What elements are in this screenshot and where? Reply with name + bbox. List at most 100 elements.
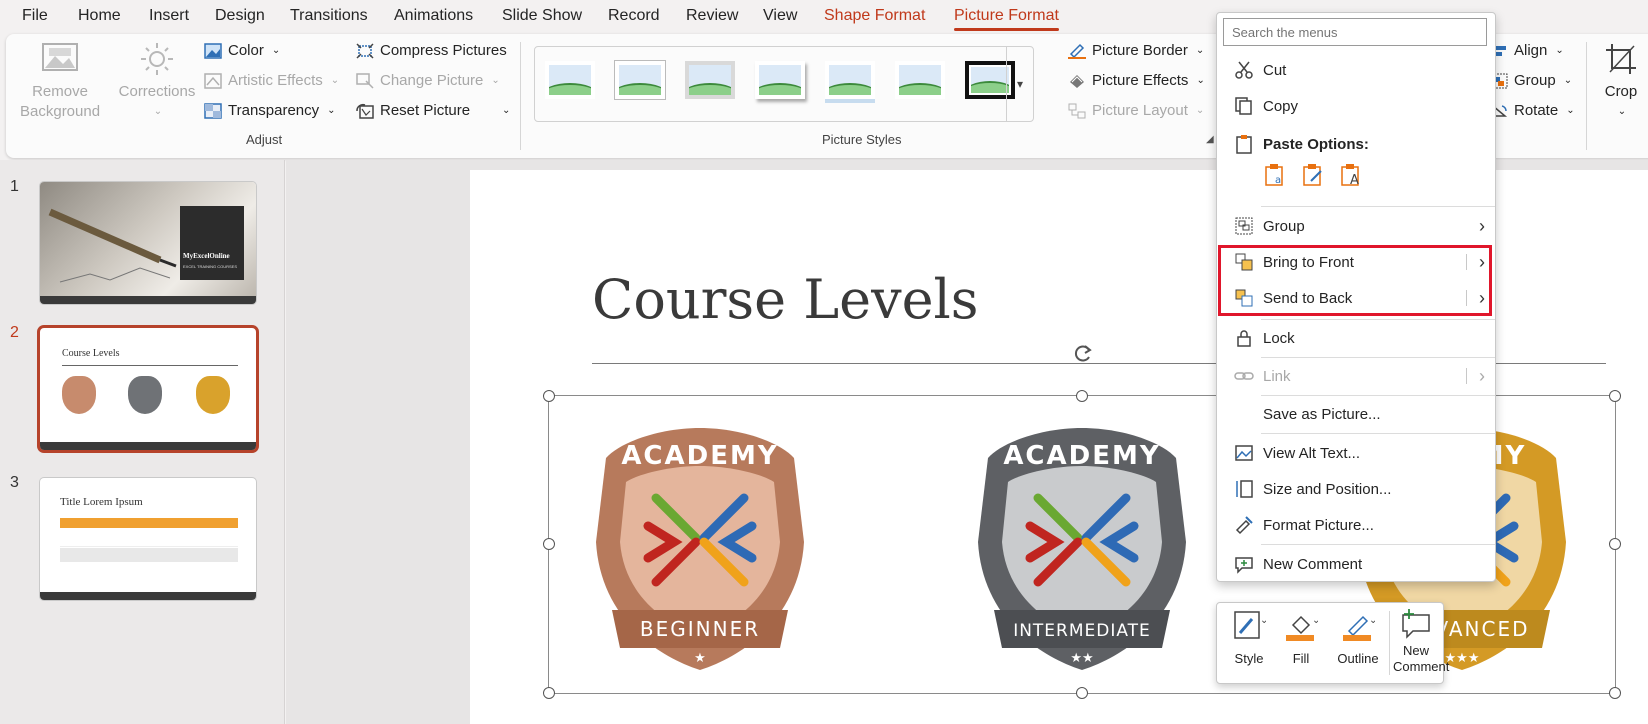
- svg-text:a: a: [1275, 175, 1281, 186]
- slide-thumbnail-1[interactable]: MyExcelOnline EXCEL TRAINING COURSES: [40, 182, 256, 304]
- sun-icon: [141, 43, 173, 75]
- resize-handle[interactable]: [1609, 390, 1621, 402]
- picture-styles-dialog-launcher-icon[interactable]: ◢: [1206, 134, 1214, 145]
- align-button[interactable]: Align ⌄: [1490, 42, 1564, 59]
- menu-item-copy[interactable]: Copy: [1217, 89, 1495, 123]
- copy-icon: [1233, 95, 1255, 117]
- menu-separator: [1261, 319, 1495, 320]
- menu-item-link[interactable]: Link ›: [1217, 359, 1495, 393]
- menu-search-box[interactable]: [1223, 18, 1487, 46]
- reset-picture-button[interactable]: Reset Picture ⌄: [356, 102, 510, 119]
- color-button[interactable]: Color ⌄: [204, 42, 280, 59]
- tab-design[interactable]: Design: [215, 7, 265, 25]
- toolbar-separator: [1389, 611, 1390, 675]
- rotate-handle-icon[interactable]: [1072, 342, 1094, 364]
- tab-slide-show[interactable]: Slide Show: [502, 7, 582, 25]
- transparency-label: Transparency: [228, 102, 320, 119]
- fill-label: Fill: [1292, 651, 1310, 666]
- resize-handle[interactable]: [1076, 390, 1088, 402]
- menu-separator: [1261, 357, 1495, 358]
- slide-title[interactable]: Course Levels: [592, 268, 979, 331]
- artistic-effects-button[interactable]: Artistic Effects ⌄: [204, 72, 339, 89]
- menu-item-label: Lock: [1263, 329, 1295, 347]
- fill-button[interactable]: ⌄ Fill: [1279, 609, 1323, 666]
- resize-handle[interactable]: [1609, 687, 1621, 699]
- tab-animations[interactable]: Animations: [394, 7, 473, 25]
- picture-style-thumb[interactable]: [685, 61, 735, 99]
- menu-item-lock[interactable]: Lock: [1217, 321, 1495, 355]
- mini-toolbar: ⌄ Style ⌄ Fill ⌄ Outline New Comment: [1216, 602, 1449, 684]
- menu-item-new-comment[interactable]: New Comment: [1217, 547, 1495, 581]
- tab-home[interactable]: Home: [78, 7, 121, 25]
- new-comment-button[interactable]: New Comment: [1393, 607, 1449, 675]
- chevron-down-icon: ⌄: [1196, 75, 1205, 86]
- picture-effects-button[interactable]: Picture Effects ⌄: [1068, 72, 1205, 89]
- color-label: Color: [228, 42, 264, 59]
- svg-text:⌄: ⌄: [1260, 615, 1266, 626]
- new-comment-label-line1: New: [1402, 643, 1429, 658]
- tab-shape-format[interactable]: Shape Format: [824, 7, 925, 25]
- resize-handle[interactable]: [543, 687, 555, 699]
- paste-text-only-icon[interactable]: A: [1339, 163, 1363, 192]
- chevron-down-icon: ⌄: [327, 105, 336, 116]
- compress-pictures-label: Compress Pictures: [380, 42, 507, 59]
- tab-record[interactable]: Record: [608, 7, 660, 25]
- rotate-label: Rotate: [1514, 102, 1559, 119]
- menu-separator: [1261, 544, 1495, 545]
- picture-layout-button[interactable]: Picture Layout ⌄: [1068, 102, 1204, 119]
- chevron-down-icon: ⌄: [1566, 105, 1575, 116]
- picture-style-thumb[interactable]: [615, 61, 665, 99]
- paste-picture-icon[interactable]: [1301, 163, 1325, 192]
- chevron-down-icon: ⌄: [271, 45, 281, 56]
- menu-item-label: Copy: [1263, 97, 1299, 115]
- corrections-caret-icon: ⌄: [153, 106, 163, 117]
- remove-background-button[interactable]: Remove Background: [20, 42, 100, 122]
- slide-thumbnail-2[interactable]: Course Levels: [40, 328, 256, 450]
- ribbon-separator: [1586, 42, 1587, 150]
- picture-style-thumb[interactable]: [895, 61, 945, 99]
- tab-file[interactable]: File: [22, 7, 48, 25]
- transparency-button[interactable]: Transparency ⌄: [204, 102, 336, 119]
- picture-style-thumb[interactable]: [755, 61, 805, 99]
- tab-transitions[interactable]: Transitions: [290, 7, 368, 25]
- menu-item-group[interactable]: Group ›: [1217, 209, 1495, 243]
- menu-item-cut[interactable]: Cut: [1217, 53, 1495, 87]
- tab-picture-format[interactable]: Picture Format: [954, 7, 1059, 31]
- crop-button[interactable]: Crop ⌄: [1596, 42, 1646, 122]
- picture-border-button[interactable]: Picture Border ⌄: [1068, 42, 1204, 59]
- group-button[interactable]: Group ⌄: [1490, 72, 1572, 89]
- slide-thumbnail-3[interactable]: Title Lorem Ipsum: [40, 478, 256, 600]
- resize-handle[interactable]: [543, 390, 555, 402]
- gallery-more-icon[interactable]: ▾: [1006, 47, 1033, 121]
- resize-handle[interactable]: [1076, 687, 1088, 699]
- chevron-down-icon[interactable]: ⌄: [502, 105, 510, 116]
- rotate-button[interactable]: Rotate ⌄: [1490, 102, 1575, 119]
- corrections-button[interactable]: Corrections ⌄: [112, 42, 202, 122]
- tab-review[interactable]: Review: [686, 7, 738, 25]
- tab-insert[interactable]: Insert: [149, 7, 189, 25]
- new-comment-icon: [1399, 607, 1433, 641]
- menu-item-save-as-picture[interactable]: Save as Picture...: [1217, 397, 1495, 431]
- menu-item-size-and-position[interactable]: Size and Position...: [1217, 472, 1495, 506]
- picture-styles-gallery: ▾: [534, 46, 1034, 122]
- tab-view[interactable]: View: [763, 7, 797, 25]
- outline-button[interactable]: ⌄ Outline: [1331, 609, 1385, 666]
- menu-search-input[interactable]: [1224, 19, 1486, 45]
- compress-icon: [356, 42, 374, 59]
- paste-keep-source-icon[interactable]: a: [1263, 163, 1287, 192]
- change-picture-icon: [356, 72, 374, 89]
- compress-pictures-button[interactable]: Compress Pictures: [356, 42, 507, 59]
- change-picture-button[interactable]: Change Picture ⌄: [356, 72, 500, 89]
- picture-style-thumb[interactable]: [825, 61, 875, 99]
- chevron-down-icon: ⌄: [1555, 45, 1564, 56]
- menu-item-view-alt-text[interactable]: View Alt Text...: [1217, 436, 1495, 470]
- slide-number: 1: [10, 178, 19, 195]
- change-picture-label: Change Picture: [380, 72, 484, 89]
- resize-handle[interactable]: [1609, 538, 1621, 550]
- menu-item-format-picture[interactable]: Format Picture...: [1217, 508, 1495, 542]
- clipboard-icon: [1233, 133, 1255, 155]
- picture-style-thumb[interactable]: [545, 61, 595, 99]
- style-button[interactable]: ⌄ Style: [1227, 609, 1271, 666]
- resize-handle[interactable]: [543, 538, 555, 550]
- lock-icon: [1233, 327, 1255, 349]
